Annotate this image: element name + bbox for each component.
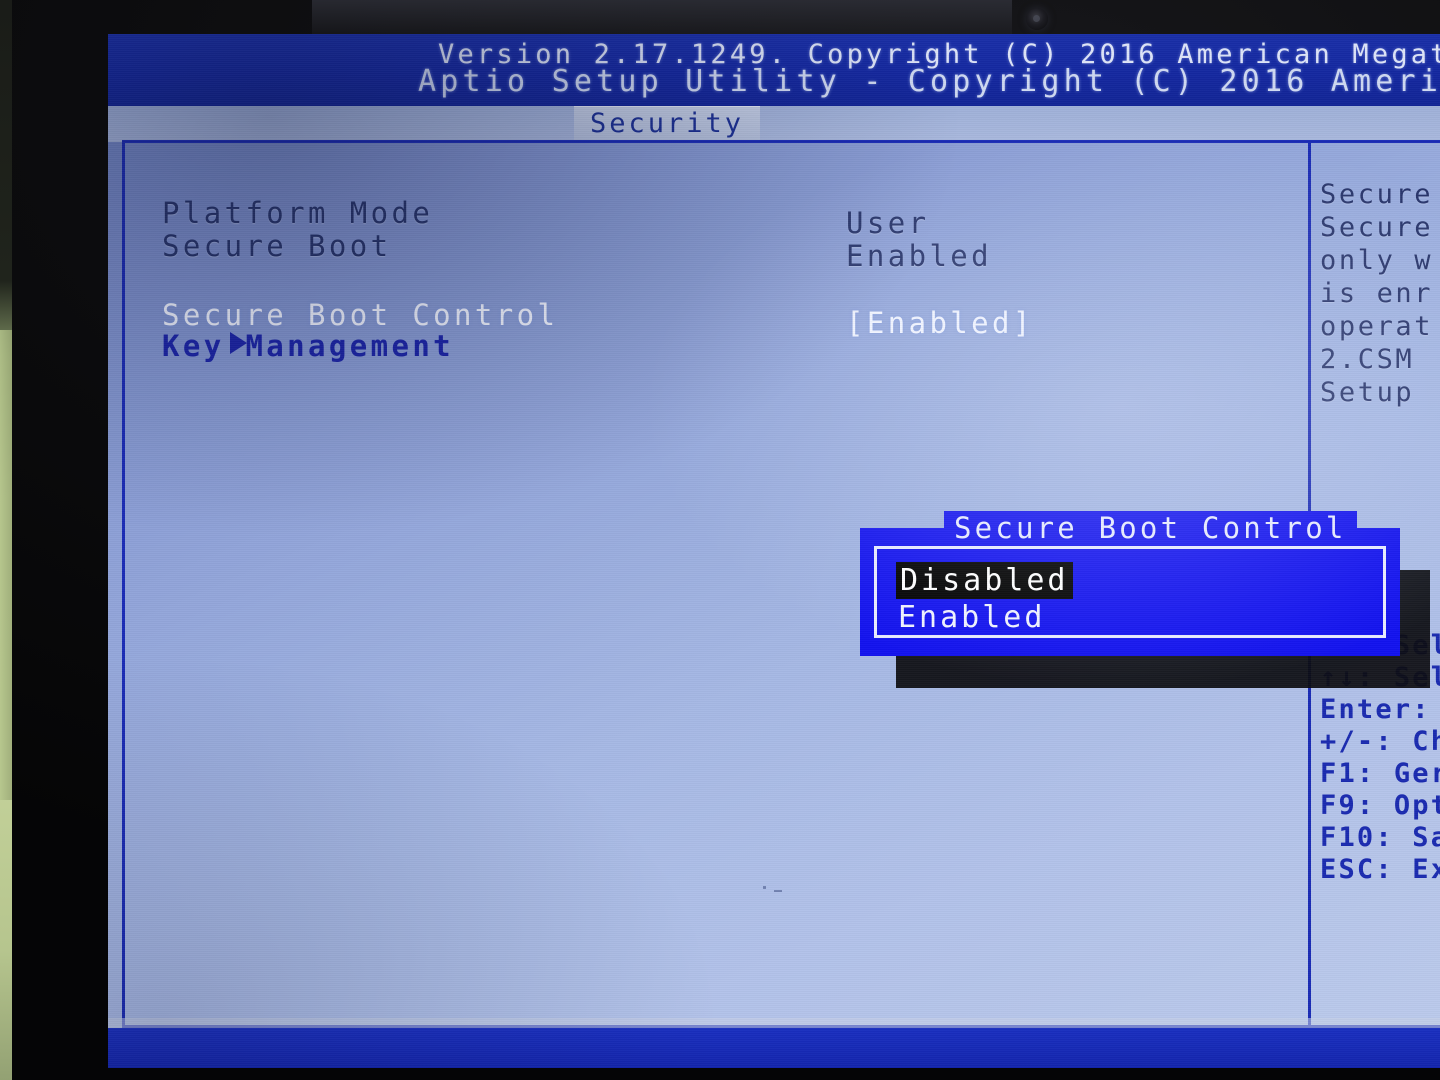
- setting-label-secure-boot-control[interactable]: Secure Boot Control: [162, 298, 558, 332]
- help-line: only w: [1320, 245, 1434, 276]
- setting-label-key-management[interactable]: Key Management: [162, 329, 454, 363]
- dialog-option-disabled[interactable]: Disabled: [896, 562, 1073, 599]
- key-legend-f9-optimized: F9: Opt: [1320, 790, 1440, 821]
- setting-value-secure-boot: Enabled: [846, 239, 993, 273]
- key-legend-esc-exit: ESC: Ex: [1320, 854, 1440, 885]
- photograph-of-laptop-screen: Aptio Setup Utility - Copyright (C) 2016…: [0, 0, 1440, 1080]
- tab-security[interactable]: Security: [574, 106, 761, 142]
- tab-bar: [108, 106, 1440, 142]
- bios-screen: Aptio Setup Utility - Copyright (C) 2016…: [108, 34, 1440, 1068]
- footer-bar: [108, 1028, 1440, 1068]
- screen-dust-speck: [774, 890, 782, 892]
- key-legend-change-opt: +/-: Ch: [1320, 726, 1440, 757]
- setting-value-secure-boot-control[interactable]: [Enabled]: [846, 306, 1034, 340]
- key-legend-enter: Enter:: [1320, 694, 1431, 725]
- footer-separator: [108, 1018, 1440, 1028]
- setting-value-platform-mode: User: [846, 206, 930, 240]
- screen-dust-speck: [763, 886, 766, 889]
- help-line: is enr: [1320, 278, 1434, 309]
- setting-label-secure-boot: Secure Boot: [162, 229, 392, 263]
- secure-boot-control-dialog: Secure Boot Control Disabled Enabled: [860, 511, 1400, 656]
- key-legend-f10-save: F10: Sa: [1320, 822, 1440, 853]
- dialog-option-enabled[interactable]: Enabled: [898, 600, 1045, 635]
- help-line: 2.CSM: [1320, 344, 1415, 375]
- setting-label-platform-mode: Platform Mode: [162, 196, 434, 230]
- help-text-panel: Secure Secure only w is enr operat 2.CSM…: [1320, 178, 1440, 409]
- help-line: Setup: [1320, 377, 1415, 408]
- dialog-title: Secure Boot Control: [944, 511, 1357, 545]
- help-line: operat: [1320, 311, 1434, 342]
- webcam-lens-icon: [1033, 15, 1040, 22]
- key-legend-f1-help: F1: Ger: [1320, 758, 1440, 789]
- help-line: Secure: [1320, 212, 1434, 243]
- version-text: Version 2.17.1249. Copyright (C) 2016 Am…: [438, 39, 1440, 70]
- help-line: Secure: [1320, 179, 1434, 210]
